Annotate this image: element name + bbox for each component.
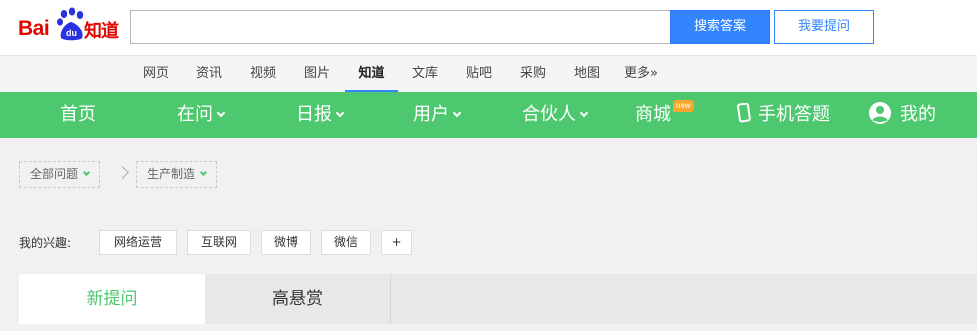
interest-tag[interactable]: 微信 [321, 230, 371, 255]
nav-ribao[interactable]: 日报 [296, 92, 345, 138]
interest-tag[interactable]: 微博 [261, 230, 311, 255]
user-avatar-icon [869, 102, 891, 124]
nav-zaiwen-label: 在问 [177, 104, 213, 125]
ask-question-button[interactable]: 我要提问 [774, 10, 874, 44]
nav-mall[interactable]: 商城 new [635, 92, 694, 138]
channel-web[interactable]: 网页 [141, 56, 171, 92]
chevron-down-icon [452, 108, 462, 118]
chevron-down-icon [216, 108, 226, 118]
nav-users-label: 用户 [413, 104, 449, 125]
baidu-zhidao-logo[interactable]: Bai du 知道 [18, 7, 122, 45]
paw-icon: du [57, 7, 84, 41]
channel-wenku[interactable]: 文库 [410, 56, 440, 92]
chevron-down-icon [579, 108, 589, 118]
search-input[interactable] [130, 10, 671, 44]
channel-images[interactable]: 图片 [302, 56, 332, 92]
nav-home[interactable]: 首页 [60, 92, 96, 138]
breadcrumb-separator-icon [116, 166, 129, 179]
add-interest-button[interactable]: + [381, 230, 412, 255]
logo-zhidao-text: 知道 [84, 21, 119, 42]
channel-news[interactable]: 资讯 [194, 56, 224, 92]
tab-high-bounty[interactable]: 高悬赏 [205, 274, 391, 324]
nav-partner[interactable]: 合伙人 [522, 92, 589, 138]
channel-map[interactable]: 地图 [572, 56, 602, 92]
nav-mall-label: 商城 [635, 104, 671, 125]
new-badge: new [673, 100, 694, 112]
interests-label: 我的兴趣: [19, 236, 72, 250]
nav-zaiwen[interactable]: 在问 [177, 92, 226, 138]
chevron-down-icon [82, 168, 91, 177]
channel-tieba[interactable]: 贴吧 [464, 56, 494, 92]
nav-ribao-label: 日报 [296, 104, 332, 125]
interest-tag[interactable]: 互联网 [187, 230, 251, 255]
breadcrumb-all-label: 全部问题 [30, 167, 79, 181]
nav-users[interactable]: 用户 [413, 92, 462, 138]
breadcrumb-all-questions[interactable]: 全部问题 [19, 161, 101, 188]
nav-mine[interactable]: 我的 [868, 92, 936, 138]
logo-bai-text: Bai [18, 17, 50, 40]
channel-more[interactable]: 更多» [622, 56, 660, 92]
breadcrumb-category-label: 生产制造 [147, 167, 196, 181]
channel-procurement[interactable]: 采购 [518, 56, 548, 92]
breadcrumb-category[interactable]: 生产制造 [136, 161, 218, 188]
interest-tag[interactable]: 网络运营 [99, 230, 177, 255]
phone-icon [737, 102, 751, 123]
search-button[interactable]: 搜索答案 [670, 10, 770, 44]
top-header: Bai du 知道 搜索答案 我要提问 [0, 0, 977, 55]
tab-new-questions[interactable]: 新提问 [19, 274, 205, 324]
question-tabs: 新提问 高悬赏 [19, 274, 977, 324]
nav-mobile-label: 手机答题 [758, 104, 830, 125]
channel-zhidao[interactable]: 知道 [345, 56, 398, 92]
chevron-down-icon [199, 168, 208, 177]
chevron-down-icon [335, 108, 345, 118]
nav-home-label: 首页 [60, 104, 96, 125]
nav-mobile-answer[interactable]: 手机答题 [737, 92, 830, 138]
channel-nav: 网页 资讯 视频 图片 知道 文库 贴吧 采购 地图 更多» [0, 55, 977, 92]
main-nav-bar: 首页 在问 日报 用户 合伙人 商城 new 手机答题 我的 [0, 92, 977, 138]
nav-partner-label: 合伙人 [522, 104, 576, 125]
logo-du-text: du [66, 28, 77, 38]
nav-mine-label: 我的 [900, 104, 936, 125]
channel-video[interactable]: 视频 [248, 56, 278, 92]
